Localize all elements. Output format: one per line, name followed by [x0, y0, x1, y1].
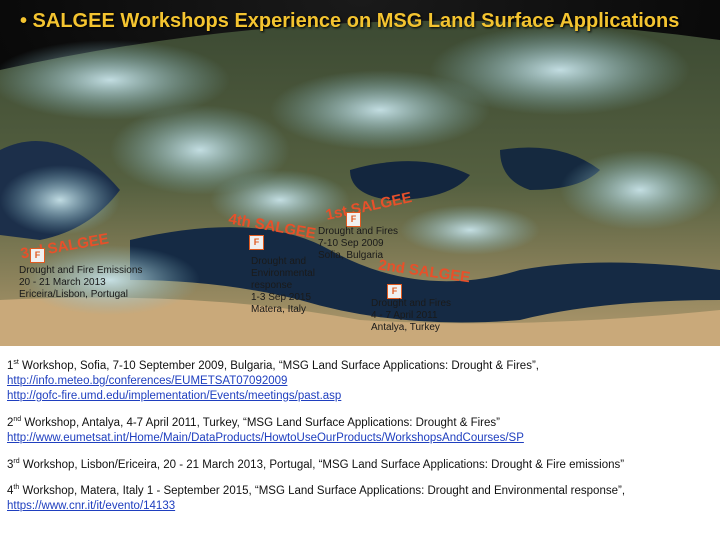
link-eumetsat[interactable]: http://www.eumetsat.int/Home/Main/DataPr… — [7, 432, 524, 444]
fire-logo-icon: F — [346, 212, 361, 227]
fire-logo-icon: F — [249, 235, 264, 250]
reference-workshop-2: 2nd Workshop, Antalya, 4-7 April 2011, T… — [7, 415, 524, 444]
link-cnr-event[interactable]: https://www.cnr.it/it/evento/14133 — [7, 500, 175, 512]
slide: • SALGEE Workshops Experience on MSG Lan… — [0, 0, 720, 540]
slide-title: • SALGEE Workshops Experience on MSG Lan… — [20, 10, 680, 32]
link-info-meteo[interactable]: http://info.meteo.bg/conferences/EUMETSA… — [7, 375, 287, 387]
label-italy: Drought and Environmental response 1-3 S… — [251, 256, 315, 315]
link-gofc-fire[interactable]: http://gofc-fire.umd.edu/implementation/… — [7, 390, 341, 402]
label-portugal: Drought and Fire Emissions 20 - 21 March… — [19, 265, 143, 300]
reference-workshop-3: 3rd Workshop, Lisbon/Ericeira, 20 - 21 M… — [7, 457, 625, 471]
reference-workshop-1: 1st Workshop, Sofia, 7-10 September 2009… — [7, 359, 539, 402]
label-bulgaria: Drought and Fires 7-10 Sep 2009 Sofia, B… — [318, 226, 399, 261]
fire-logo-icon: F — [387, 284, 402, 299]
workshop-references: 1st Workshop, Sofia, 7-10 September 2009… — [7, 355, 713, 522]
fire-logo-icon: F — [30, 248, 45, 263]
reference-workshop-4: 4th Workshop, Matera, Italy 1 - Septembe… — [7, 484, 626, 513]
label-turkey: Drought and Fires 4 - 7 April 2011 Antal… — [371, 298, 452, 333]
